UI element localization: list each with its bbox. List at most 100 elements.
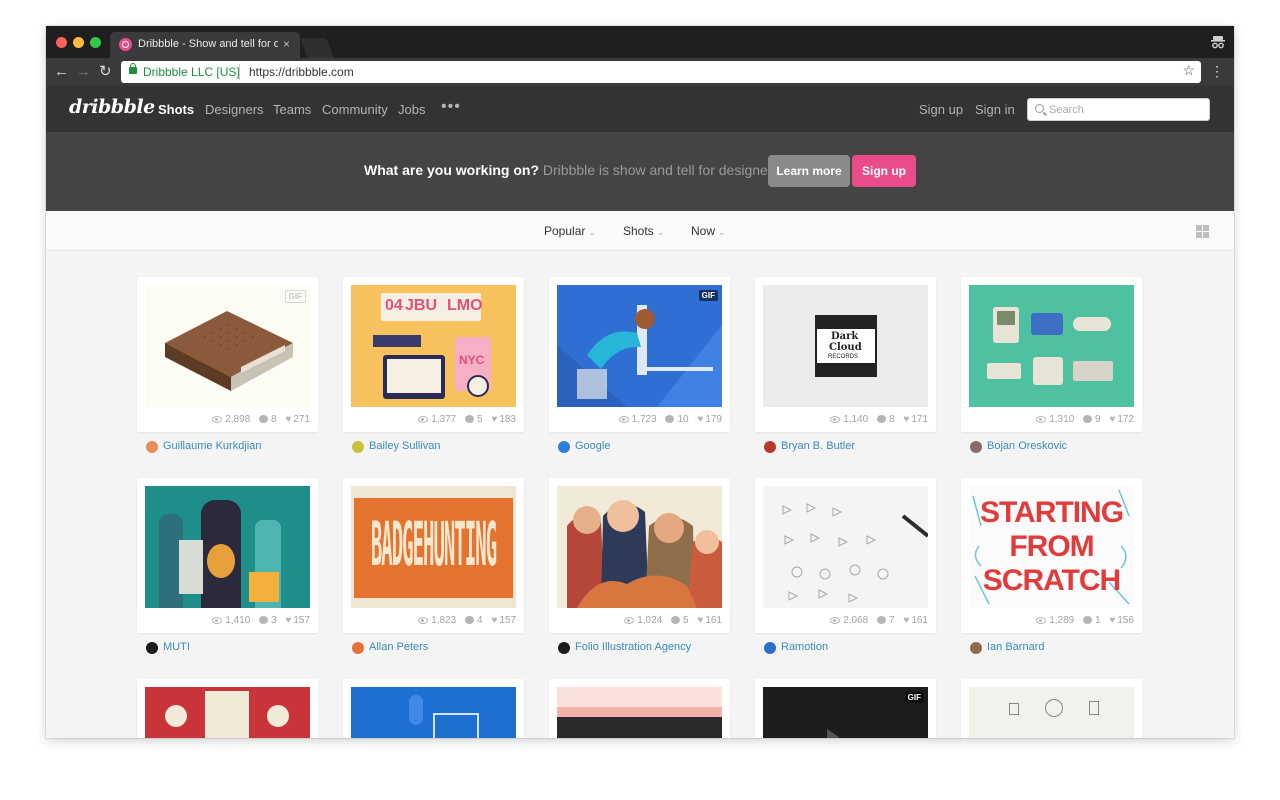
likes-stat[interactable]: ♥ 171 [903, 414, 928, 425]
type-filter-dropdown[interactable]: Shots ⌄ [623, 224, 664, 238]
likes-stat[interactable]: ♥ 161 [697, 615, 722, 626]
author-name[interactable]: MUTI [163, 641, 190, 653]
shot-thumbnail[interactable] [557, 486, 722, 608]
avatar[interactable] [146, 642, 158, 654]
back-arrow-icon[interactable]: ← [54, 62, 69, 82]
shot-card[interactable]: GIF 2,898 8 ♥ 271 [137, 277, 318, 432]
comment-icon [1083, 616, 1093, 624]
likes-stat[interactable]: ♥ 161 [903, 615, 928, 626]
heart-icon: ♥ [697, 414, 704, 425]
shot-card[interactable]: GIF [755, 679, 936, 738]
sort-filter-dropdown[interactable]: Popular ⌄ [544, 224, 596, 238]
avatar[interactable] [764, 441, 776, 453]
author-name[interactable]: Folio Illustration Agency [575, 641, 691, 653]
likes-stat[interactable]: ♥ 156 [1109, 615, 1134, 626]
shot-thumbnail[interactable]: Dark Cloud RECORDS [763, 285, 928, 407]
shot-thumbnail[interactable]: STARTING FROM SCRATCH [969, 486, 1134, 608]
avatar[interactable] [352, 441, 364, 453]
tab-close-icon[interactable]: × [283, 36, 290, 52]
shot-thumbnail[interactable] [763, 486, 928, 608]
address-bar[interactable]: Dribbble LLC [US] https://dribbble.com ☆ [121, 61, 1201, 83]
header-sign-in-link[interactable]: Sign in [975, 102, 1015, 117]
author-name[interactable]: Bojan Oreskovic [987, 440, 1067, 452]
shot-thumbnail[interactable] [351, 687, 516, 738]
comments-stat: 7 [877, 615, 895, 626]
avatar[interactable] [352, 642, 364, 654]
author-name[interactable]: Guillaume Kurkdjian [163, 440, 261, 452]
avatar[interactable] [970, 642, 982, 654]
reload-icon[interactable]: ↻ [99, 62, 112, 82]
forward-arrow-icon[interactable]: → [76, 62, 91, 82]
likes-stat[interactable]: ♥ 157 [491, 615, 516, 626]
url-text[interactable]: https://dribbble.com [249, 65, 354, 79]
shot-card[interactable] [137, 679, 318, 738]
views-stat: 1,410 [212, 615, 250, 626]
dribbble-logo[interactable]: dribbble [69, 96, 155, 118]
minimize-window-button[interactable] [73, 37, 84, 48]
shot-thumbnail[interactable] [969, 687, 1134, 738]
likes-count: 161 [705, 615, 722, 626]
shot-thumbnail[interactable] [145, 486, 310, 608]
figure-shape [409, 695, 423, 725]
shot-thumbnail[interactable]: GIF [557, 285, 722, 407]
browser-menu-icon[interactable]: ⋮ [1210, 62, 1224, 80]
shot-thumbnail[interactable]: BADGEHUNTING [351, 486, 516, 608]
close-window-button[interactable] [56, 37, 67, 48]
nav-community[interactable]: Community [322, 102, 388, 117]
nav-teams[interactable]: Teams [273, 102, 311, 117]
heart-icon: ♥ [903, 615, 910, 626]
shot-card[interactable] [343, 679, 524, 738]
bookmark-star-icon[interactable]: ☆ [1182, 62, 1195, 79]
shot-thumbnail[interactable]: 04 JBU LMO NYC [351, 285, 516, 407]
shot-thumbnail[interactable]: GIF [763, 687, 928, 738]
shot-thumbnail[interactable] [145, 687, 310, 738]
nav-jobs[interactable]: Jobs [398, 102, 425, 117]
shot-card[interactable] [961, 679, 1142, 738]
shot-card[interactable] [549, 679, 730, 738]
shot-card[interactable]: GIF 1,723 10 ♥ 179 [549, 277, 730, 432]
author-name[interactable]: Google [575, 440, 610, 452]
author-name[interactable]: Bryan B. Butler [781, 440, 855, 452]
new-tab-button[interactable] [300, 38, 334, 58]
shot-card[interactable]: 2,068 7 ♥ 161 [755, 478, 936, 633]
zoom-window-button[interactable] [90, 37, 101, 48]
avatar[interactable] [764, 642, 776, 654]
browser-tab-dribbble[interactable]: Dribbble - Show and tell for de × [110, 32, 300, 58]
shot-card[interactable]: Dark Cloud RECORDS 1,140 8 ♥ 171 [755, 277, 936, 432]
avatar[interactable] [970, 441, 982, 453]
grid-view-icon[interactable] [1196, 225, 1209, 238]
author-name[interactable]: Ian Barnard [987, 641, 1044, 653]
author-name[interactable]: Ramotion [781, 641, 828, 653]
shot-card[interactable]: 04 JBU LMO NYC 1,377 5 ♥ 183 [343, 277, 524, 432]
shot-card[interactable]: 1,410 3 ♥ 157 [137, 478, 318, 633]
likes-stat[interactable]: ♥ 157 [285, 615, 310, 626]
avatar[interactable] [558, 642, 570, 654]
likes-stat[interactable]: ♥ 179 [697, 414, 722, 425]
shot-thumbnail[interactable]: GIF [145, 285, 310, 407]
header-sign-up-link[interactable]: Sign up [919, 102, 963, 117]
comment-icon [1083, 415, 1093, 423]
shot-card[interactable]: BADGEHUNTING 1,823 4 ♥ 157 [343, 478, 524, 633]
avatar[interactable] [146, 441, 158, 453]
shot-card[interactable]: STARTING FROM SCRATCH 1,289 1 ♥ 156 [961, 478, 1142, 633]
comments-stat: 1 [1083, 615, 1101, 626]
shot-thumbnail[interactable] [969, 285, 1134, 407]
search-input[interactable] [1049, 102, 1199, 118]
shot-card[interactable]: 1,310 9 ♥ 172 [961, 277, 1142, 432]
shot-card[interactable]: 1,024 5 ♥ 161 [549, 478, 730, 633]
time-filter-dropdown[interactable]: Now ⌄ [691, 224, 726, 238]
avatar[interactable] [558, 441, 570, 453]
nav-designers[interactable]: Designers [205, 102, 264, 117]
likes-stat[interactable]: ♥ 271 [285, 414, 310, 425]
nav-shots[interactable]: Shots [158, 102, 194, 117]
author-name[interactable]: Bailey Sullivan [369, 440, 441, 452]
shot-thumbnail[interactable] [557, 687, 722, 738]
author-name[interactable]: Allan Peters [369, 641, 428, 653]
more-menu-icon[interactable]: ••• [441, 98, 461, 116]
learn-more-button[interactable]: Learn more [768, 155, 850, 187]
likes-stat[interactable]: ♥ 183 [491, 414, 516, 425]
likes-stat[interactable]: ♥ 172 [1109, 414, 1134, 425]
hero-sign-up-button[interactable]: Sign up [852, 155, 916, 187]
views-stat: 1,024 [624, 615, 662, 626]
heart-icon: ♥ [1109, 414, 1116, 425]
